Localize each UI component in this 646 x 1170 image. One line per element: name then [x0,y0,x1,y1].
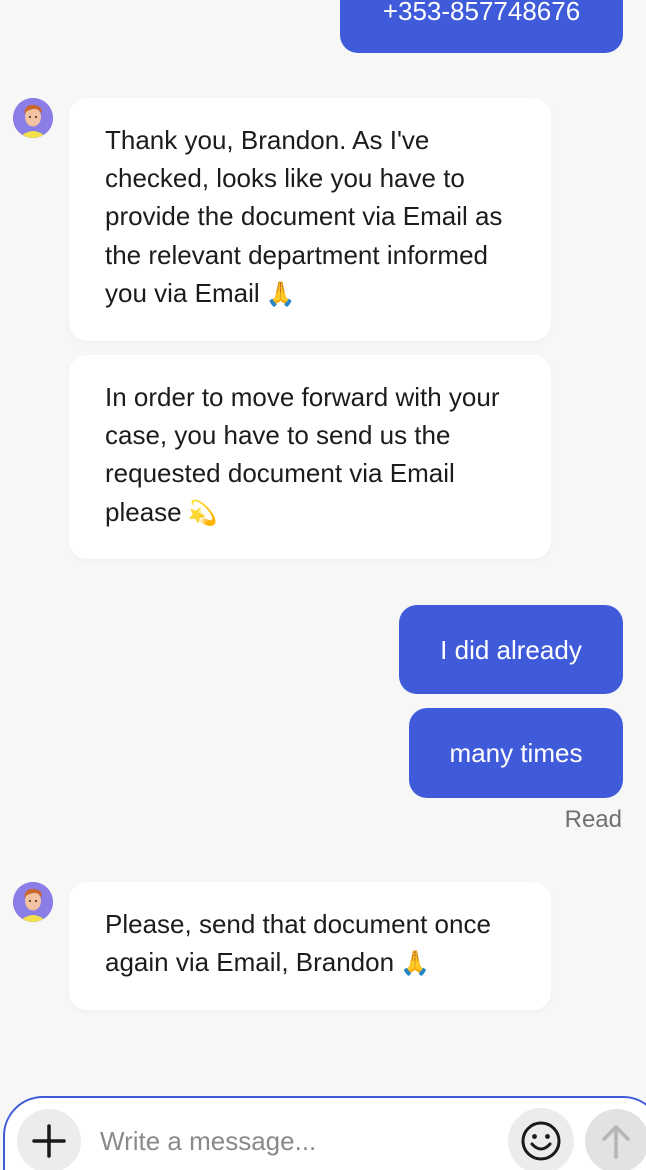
message-text: Please, send that document once again vi… [105,909,491,978]
read-receipt: Read [564,806,622,833]
emoji-button[interactable] [508,1108,574,1170]
outgoing-message-phone: +353-857748676 [340,0,623,53]
message-text: I did already [440,635,582,665]
message-text: In order to move forward with your case,… [105,382,500,527]
agent-avatar [13,98,53,138]
incoming-message: Please, send that document once again vi… [69,882,551,1010]
praying-hands-emoji: 🙏 [265,280,296,308]
dizzy-emoji: 💫 [187,499,218,527]
incoming-message: In order to move forward with your case,… [69,355,551,559]
message-text: Thank you, Brandon. As I've checked, loo… [105,125,503,308]
smiley-icon [521,1121,561,1161]
outgoing-message: I did already [399,605,623,694]
message-text: many times [449,738,583,768]
avatar-image [13,882,53,922]
praying-hands-emoji: 🙏 [400,950,430,978]
message-input[interactable] [100,1119,490,1163]
plus-icon [32,1124,66,1158]
outgoing-message: many times [409,708,623,798]
message-text: +353-857748676 [382,0,581,26]
incoming-message: Thank you, Brandon. As I've checked, loo… [69,98,551,341]
send-button[interactable] [585,1109,646,1170]
chat-screen: +353-857748676 Thank you, Brandon. As I'… [0,0,646,1170]
arrow-up-icon [602,1125,630,1159]
agent-avatar [13,882,53,922]
attach-button[interactable] [17,1109,81,1170]
avatar-image [13,98,53,138]
